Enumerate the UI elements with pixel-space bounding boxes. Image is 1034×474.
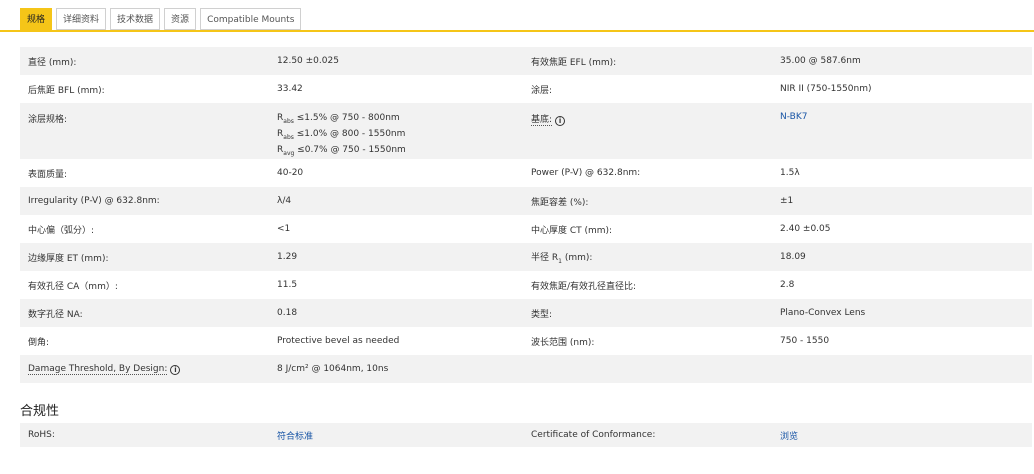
compliance-table: RoHS: 符合标准 Certificate of Conformance: 浏… (20, 423, 1032, 447)
tab-bar: 规格 详细资料 技术数据 资源 Compatible Mounts (20, 8, 302, 30)
info-icon[interactable]: i (170, 364, 181, 375)
table-row: 数字孔径 NA: 0.18 类型: Plano-Convex Lens (20, 299, 1032, 328)
rohs-link[interactable]: 符合标准 (269, 423, 523, 447)
spec-value: 18.09 (772, 243, 1032, 272)
spec-label: 表面质量: (28, 169, 68, 180)
tab-details[interactable]: 详细资料 (56, 8, 107, 30)
spec-value: 40-20 (277, 168, 304, 179)
empty-cell (523, 355, 772, 384)
spec-value: 33.42 (277, 84, 303, 94)
spec-label: 类型: (523, 299, 772, 328)
spec-label: Irregularity (P-V) @ 632.8nm: (20, 187, 269, 216)
empty-cell (772, 355, 1032, 384)
spec-value: 750 - 1550 (780, 336, 830, 347)
spec-value: 12.50 ±0.025 (269, 47, 523, 75)
spec-value: <1 (277, 224, 291, 235)
tab-technical-data[interactable]: 技术数据 (110, 8, 161, 30)
spec-label: 有效焦距 EFL (mm): (523, 47, 772, 75)
table-row: 中心偏（弧分）: <1 中心厚度 CT (mm): 2.40 ±0.05 (20, 215, 1032, 243)
spec-label: 焦距容差 (%): (523, 187, 772, 216)
table-row: RoHS: 符合标准 Certificate of Conformance: 浏… (20, 423, 1032, 447)
spec-value: λ/4 (269, 187, 523, 216)
table-row: 直径 (mm): 12.50 ±0.025 有效焦距 EFL (mm): 35.… (20, 47, 1032, 75)
spec-value: 1.5λ (780, 168, 800, 179)
tab-compatible-mounts[interactable]: Compatible Mounts (200, 8, 302, 30)
spec-value: 35.00 @ 587.6nm (772, 47, 1032, 75)
spec-label: 中心偏（弧分）: (28, 225, 95, 236)
spec-label: 中心厚度 CT (mm): (531, 225, 613, 236)
spec-label: Power (P-V) @ 632.8nm: (531, 168, 641, 179)
coating-line: Ravg ≤0.7% @ 750 - 1550nm (277, 144, 406, 157)
info-icon[interactable]: i (555, 116, 566, 126)
tab-resources[interactable]: 资源 (164, 8, 197, 30)
damage-threshold-label[interactable]: Damage Threshold, By Design: i (20, 355, 269, 384)
table-row: 边缘厚度 ET (mm): 1.29 半径 R1 (mm): 18.09 (20, 243, 1032, 272)
coating-line: Rabs ≤1.0% @ 800 - 1550nm (277, 128, 406, 141)
spec-label: 数字孔径 NA: (20, 299, 269, 328)
spec-label: 有效焦距/有效孔径直径比: (531, 281, 637, 292)
spec-label: 后焦距 BFL (mm): (28, 85, 105, 96)
spec-label: 有效孔径 CA（mm）: (28, 281, 118, 292)
compliance-heading: 合规性 (20, 404, 60, 419)
spec-value: 1.29 (269, 243, 523, 272)
table-row: 有效孔径 CA（mm）: 11.5 有效焦距/有效孔径直径比: 2.8 (20, 271, 1032, 299)
table-row: 涂层规格: Rabs ≤1.5% @ 750 - 800nm Rabs ≤1.0… (20, 103, 1032, 160)
coc-link[interactable]: 浏览 (772, 423, 1032, 447)
spec-label: 波长范围 (nm): (531, 337, 595, 348)
coc-label: Certificate of Conformance: (523, 423, 772, 447)
spec-label: 倒角: (28, 337, 50, 348)
tab-specifications[interactable]: 规格 (20, 8, 53, 30)
spec-value: 2.8 (780, 280, 795, 291)
spec-label: 边缘厚度 ET (mm): (20, 243, 269, 272)
table-row: 表面质量: 40-20 Power (P-V) @ 632.8nm: 1.5λ (20, 159, 1032, 187)
spec-label: 涂层: (531, 85, 553, 96)
spec-value: 11.5 (277, 280, 298, 291)
substrate-link[interactable]: N-BK7 (772, 103, 1032, 160)
specifications-table: 直径 (mm): 12.50 ±0.025 有效焦距 EFL (mm): 35.… (20, 47, 1032, 384)
coating-line: Rabs ≤1.5% @ 750 - 800nm (277, 113, 400, 125)
spec-value: 8 J/cm² @ 1064nm, 10ns (269, 355, 523, 384)
spec-value: ±1 (772, 187, 1032, 216)
table-row: 后焦距 BFL (mm): 33.42 涂层: NIR II (750-1550… (20, 75, 1032, 103)
coating-spec-value: Rabs ≤1.5% @ 750 - 800nm Rabs ≤1.0% @ 80… (269, 103, 523, 160)
table-row: Irregularity (P-V) @ 632.8nm: λ/4 焦距容差 (… (20, 187, 1032, 216)
table-row: 倒角: Protective bevel as needed 波长范围 (nm)… (20, 327, 1032, 355)
spec-value: Protective bevel as needed (277, 336, 400, 347)
spec-value: 2.40 ±0.05 (780, 224, 831, 235)
spec-label: 涂层规格: (20, 103, 269, 160)
spec-label: 直径 (mm): (20, 47, 269, 75)
spec-label: 半径 R1 (mm): (523, 243, 772, 272)
table-row: Damage Threshold, By Design: i 8 J/cm² @ … (20, 355, 1032, 384)
substrate-label[interactable]: 基底: i (523, 103, 772, 160)
rohs-label: RoHS: (20, 423, 269, 447)
spec-value: Plano-Convex Lens (772, 299, 1032, 328)
spec-value: NIR II (750-1550nm) (780, 84, 872, 94)
tab-underline (0, 30, 1034, 32)
spec-value: 0.18 (269, 299, 523, 328)
